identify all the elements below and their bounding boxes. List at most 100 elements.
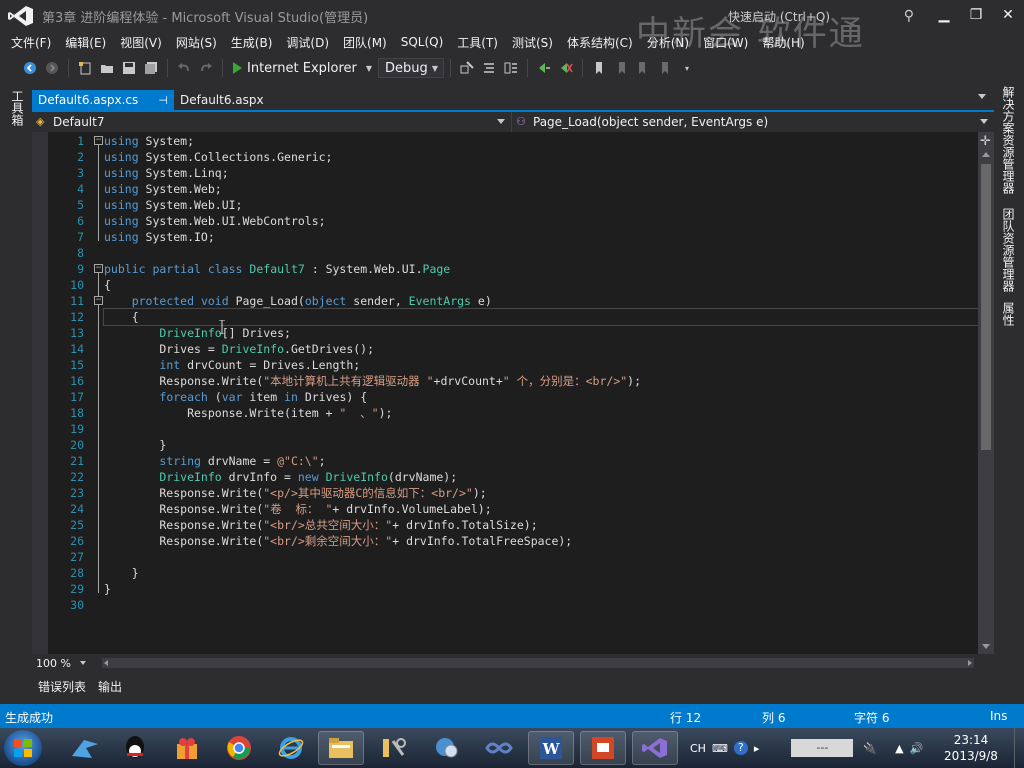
taskbar-chrome-icon[interactable] [216,731,262,765]
code-line[interactable]: DriveInfo drvInfo = new DriveInfo(drvNam… [104,469,978,485]
solution-configuration-dropdown[interactable]: Debug ▼ [378,58,445,78]
collapse-using-icon[interactable]: − [94,136,103,145]
toolbox-tab[interactable]: 工具箱 [9,90,26,126]
menu-item[interactable]: 视图(V) [113,34,169,51]
menu-item[interactable]: 体系结构(C) [560,34,640,51]
taskbar-qq-icon[interactable] [112,731,158,765]
power-icon[interactable]: 🔌 [863,742,877,755]
minimize-button[interactable]: ▁ [928,0,960,30]
code-line[interactable] [104,421,978,437]
code-line[interactable]: DriveInfo[] Drives; [104,325,978,341]
taskbar-globe-search-icon[interactable] [424,731,470,765]
next-bookmark-icon[interactable] [633,58,653,78]
code-line[interactable]: public partial class Default7 : System.W… [104,261,978,277]
tab-error-list[interactable]: 错误列表 [32,678,92,695]
navigate-forward-icon[interactable] [42,58,62,78]
code-line[interactable]: Response.Write("<br/>总共空间大小："+ drvInfo.T… [104,517,978,533]
taskbar-loop-app-icon[interactable] [476,731,522,765]
menu-item[interactable]: 网站(S) [169,34,224,51]
menu-item[interactable]: 窗口(W) [696,34,755,51]
indicator-margin[interactable] [32,132,48,654]
menu-item[interactable]: 编辑(E) [58,34,113,51]
taskbar-visual-studio-icon[interactable] [632,731,678,765]
menu-item[interactable]: 工具(T) [450,34,505,51]
visual-studio-logo-icon[interactable] [6,1,36,31]
ime-options-icon[interactable]: ▸ [754,742,760,755]
clear-breakpoints-icon[interactable] [556,58,576,78]
member-dropdown[interactable]: ⚇ Page_Load(object sender, EventArgs e) [512,112,994,132]
code-line[interactable]: } [104,565,978,581]
code-editor[interactable]: 1 2 3 4 5 6 7 8 9 10 11 12 13 14 15 16 17 18 19 20 21 22 23 24 2… [32,132,978,654]
taskbar-word-icon[interactable]: W [528,731,574,765]
quick-launch-input[interactable]: 快速启动 (Ctrl+Q) ⚲ [722,6,920,26]
restore-button[interactable]: ❐ [960,0,992,30]
save-icon[interactable] [119,58,139,78]
code-line[interactable]: using System.IO; [104,229,978,245]
scroll-right-icon[interactable] [968,660,972,666]
zoom-dropdown[interactable]: 100 % [32,655,90,671]
code-line[interactable]: Drives = DriveInfo.GetDrives(); [104,341,978,357]
tab-default6-aspx-cs[interactable]: Default6.aspx.cs ⊣ [32,90,174,110]
scrollbar-thumb[interactable] [981,164,991,450]
code-line[interactable]: Response.Write("<br/>剩余空间大小："+ drvInfo.T… [104,533,978,549]
tab-overflow-icon[interactable] [978,94,986,99]
tab-default6-aspx[interactable]: Default6.aspx [174,90,270,110]
menu-item[interactable]: 分析(N) [640,34,696,51]
tab-output[interactable]: 输出 [92,678,128,695]
solution-explorer-tab[interactable]: 解决方案资源管理器 [1000,86,1017,194]
chevron-down-icon[interactable]: ▼ [366,64,372,73]
toolbar-options-icon[interactable]: ▾ [677,58,697,78]
code-line[interactable]: Response.Write("卷 标： "+ drvInfo.VolumeLa… [104,501,978,517]
code-line[interactable]: Response.Write("本地计算机上共有逻辑驱动器 "+drvCount… [104,373,978,389]
code-line[interactable]: using System.Collections.Generic; [104,149,978,165]
ime-indicator[interactable]: CH [690,742,706,755]
redo-icon[interactable] [196,58,216,78]
code-line[interactable]: { [103,308,978,326]
scroll-up-icon[interactable] [982,152,990,157]
comment-lines-icon[interactable] [479,58,499,78]
keyboard-icon[interactable]: ⌨ [712,742,728,755]
open-file-icon[interactable] [97,58,117,78]
code-line[interactable]: using System.Linq; [104,165,978,181]
taskbar-bird-app-icon[interactable] [62,731,108,765]
code-text[interactable]: using System; using System.Collections.Ge… [103,133,978,613]
tray-text-box[interactable]: --- [791,739,854,757]
code-line[interactable]: using System.Web.UI.WebControls; [104,213,978,229]
code-line[interactable]: int drvCount = Drives.Length; [104,357,978,373]
code-line[interactable]: Response.Write("<p/>其中驱动器C的信息如下：<br/>"); [104,485,978,501]
code-line[interactable] [104,549,978,565]
menu-item[interactable]: 测试(S) [505,34,560,51]
menu-item[interactable]: 调试(D) [279,34,336,51]
navigate-back-icon[interactable] [20,58,40,78]
previous-bookmark-icon[interactable] [611,58,631,78]
menu-item[interactable]: 文件(F) [4,34,58,51]
code-line[interactable]: } [104,437,978,453]
team-explorer-tab[interactable]: 团队资源管理器 [1000,208,1017,292]
tray-expand-icon[interactable]: ▲ [895,742,903,755]
code-line[interactable]: { [104,277,978,293]
taskbar-tools-icon[interactable] [370,731,416,765]
properties-tab[interactable]: 属性 [1000,302,1017,326]
collapse-class-icon[interactable]: − [94,264,103,273]
code-line[interactable]: using System; [104,133,978,149]
new-project-icon[interactable] [75,58,95,78]
show-desktop-button[interactable] [1014,728,1024,768]
volume-icon[interactable]: 🔊 [910,742,924,755]
code-line[interactable]: using System.Web; [104,181,978,197]
scroll-down-icon[interactable] [982,644,990,649]
menu-item[interactable]: 帮助(H) [755,34,811,51]
pin-icon[interactable]: ⊣ [158,94,168,107]
code-line[interactable]: foreach (var item in Drives) { [104,389,978,405]
code-line[interactable]: using System.Web.UI; [104,197,978,213]
taskbar-gift-app-icon[interactable] [164,731,210,765]
uncomment-lines-icon[interactable] [501,58,521,78]
code-line[interactable]: } [104,581,978,597]
clear-bookmarks-icon[interactable] [655,58,675,78]
collapse-method-icon[interactable]: − [94,296,103,305]
vertical-scrollbar[interactable]: ✛ [978,132,994,654]
scroll-left-icon[interactable] [104,660,108,666]
taskbar-file-explorer-icon[interactable] [318,731,364,765]
code-line[interactable]: protected void Page_Load(object sender, … [104,293,978,309]
bookmark-icon[interactable] [589,58,609,78]
code-line[interactable] [104,245,978,261]
